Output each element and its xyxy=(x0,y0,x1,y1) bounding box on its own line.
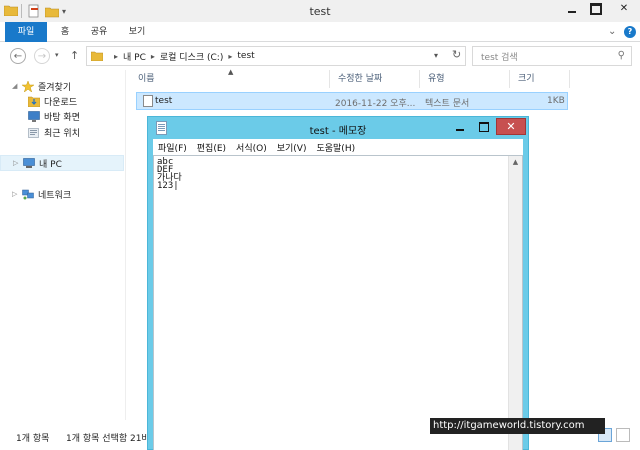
breadcrumb-separator[interactable]: ▸ xyxy=(151,52,155,61)
star-icon xyxy=(22,80,34,92)
search-placeholder: test 검색 xyxy=(481,52,518,63)
menu-view[interactable]: 보기(V) xyxy=(272,141,312,154)
maximize-button[interactable] xyxy=(584,0,608,17)
notepad-window: test - 메모장 ✕ 파일(F) 편집(E) 서식(O) 보기(V) 도움말… xyxy=(147,116,529,450)
desktop-icon xyxy=(28,110,40,122)
tab-home[interactable]: 홈 xyxy=(50,22,80,42)
sidebar-item-desktop[interactable]: 바탕 화면 xyxy=(28,108,80,124)
menu-format[interactable]: 서식(O) xyxy=(231,141,272,154)
download-folder-icon xyxy=(28,96,40,107)
selection-info: 1개 항목 선택함 21바 xyxy=(66,434,150,444)
sidebar-label-favorites: 즐겨찾기 xyxy=(38,82,72,93)
item-count: 1개 항목 xyxy=(16,434,50,444)
sidebar-label-network: 네트워크 xyxy=(38,190,72,201)
file-date: 2016-11-22 오후... xyxy=(335,99,416,109)
ribbon: 파일 홈 공유 보기 ⌄ ? xyxy=(0,22,640,42)
close-button[interactable]: ✕ xyxy=(608,0,640,17)
sidebar-label-recent: 최근 위치 xyxy=(44,128,80,139)
search-input[interactable]: test 검색 ⚲ xyxy=(472,46,632,66)
search-icon[interactable]: ⚲ xyxy=(618,50,625,61)
forward-button[interactable]: → xyxy=(34,48,50,64)
menu-help[interactable]: 도움말(H) xyxy=(311,141,360,154)
refresh-icon[interactable]: ↻ xyxy=(452,48,461,61)
minimize-button[interactable] xyxy=(560,0,584,17)
file-name: test xyxy=(155,96,173,106)
sidebar-item-this-pc[interactable]: ▷ 내 PC xyxy=(0,155,124,171)
back-button[interactable]: ← xyxy=(10,48,26,64)
scroll-up-arrow-icon[interactable]: ▲ xyxy=(509,156,522,169)
address-dropdown-icon[interactable]: ▾ xyxy=(434,51,438,60)
watermark: http://itgameworld.tistory.com xyxy=(430,418,605,434)
collapse-arrow-icon[interactable]: ◢ xyxy=(12,82,20,90)
tab-file[interactable]: 파일 xyxy=(5,22,47,42)
text-file-icon xyxy=(143,95,153,107)
address-bar[interactable]: ▸ 내 PC ▸ 로컬 디스크 (C:) ▸ test xyxy=(86,46,466,66)
notepad-minimize-button[interactable] xyxy=(448,118,472,135)
expand-ribbon-chevron-icon[interactable]: ⌄ xyxy=(608,26,616,37)
column-header-size[interactable]: 크기 xyxy=(510,70,570,88)
sidebar-item-downloads[interactable]: 다운로드 xyxy=(28,93,77,109)
notepad-close-button[interactable]: ✕ xyxy=(496,118,526,135)
file-type: 텍스트 문서 xyxy=(425,99,470,109)
up-button[interactable]: ↑ xyxy=(70,49,79,62)
recent-locations-chevron-icon[interactable]: ▾ xyxy=(55,51,59,59)
recent-places-icon xyxy=(28,127,39,138)
folder-icon xyxy=(91,51,103,61)
computer-icon xyxy=(23,157,35,168)
breadcrumb-this-pc[interactable]: 내 PC xyxy=(123,50,146,63)
notepad-titlebar[interactable]: test - 메모장 ✕ xyxy=(148,117,528,139)
menu-file[interactable]: 파일(F) xyxy=(153,141,192,154)
sidebar-item-recent[interactable]: 최근 위치 xyxy=(28,124,80,140)
column-header-type[interactable]: 유형 xyxy=(420,70,510,88)
expand-arrow-icon[interactable]: ▷ xyxy=(12,190,20,198)
breadcrumb-separator[interactable]: ▸ xyxy=(228,52,232,61)
breadcrumb-local-disk[interactable]: 로컬 디스크 (C:) xyxy=(160,50,223,63)
notepad-content[interactable]: abc DEF 가나다 123| xyxy=(157,158,507,191)
sidebar-item-network[interactable]: ▷ 네트워크 xyxy=(12,186,71,202)
file-row[interactable]: test 2016-11-22 오후... 텍스트 문서 1KB xyxy=(136,92,568,110)
notepad-maximize-button[interactable] xyxy=(472,118,496,135)
sidebar-label-downloads: 다운로드 xyxy=(44,97,78,108)
sidebar-label-desktop: 바탕 화면 xyxy=(44,112,80,123)
breadcrumb-separator: ▸ xyxy=(114,51,119,61)
column-header-date[interactable]: 수정한 날짜 xyxy=(330,70,420,88)
expand-arrow-icon[interactable]: ▷ xyxy=(13,159,21,167)
file-size: 1KB xyxy=(547,96,565,106)
vertical-scrollbar[interactable]: ▲ xyxy=(508,156,522,450)
explorer-title: test xyxy=(309,5,331,18)
sidebar-label-this-pc: 내 PC xyxy=(39,159,62,170)
large-icons-view-button[interactable] xyxy=(616,428,630,442)
notepad-text-area[interactable]: abc DEF 가나다 123| ▲ xyxy=(153,155,523,450)
network-icon xyxy=(22,189,34,199)
breadcrumb-test[interactable]: test xyxy=(237,51,254,61)
sidebar-item-favorites[interactable]: ◢ 즐겨찾기 xyxy=(12,78,71,94)
menu-edit[interactable]: 편집(E) xyxy=(192,141,231,154)
help-icon[interactable]: ? xyxy=(624,26,636,38)
explorer-titlebar: ▾ test ✕ xyxy=(0,0,640,22)
column-header-name[interactable]: 이름 xyxy=(130,70,330,88)
navigation-pane: ◢ 즐겨찾기 다운로드 바탕 화면 최근 위치 ▷ 내 PC ▷ 네트워크 xyxy=(0,70,126,420)
tab-share[interactable]: 공유 xyxy=(84,22,114,42)
notepad-menubar: 파일(F) 편집(E) 서식(O) 보기(V) 도움말(H) xyxy=(153,139,523,155)
navigation-bar: ← → ▾ ↑ ▸ 내 PC ▸ 로컬 디스크 (C:) ▸ test ▾ ↻ … xyxy=(0,42,640,70)
tab-view[interactable]: 보기 xyxy=(122,22,152,42)
